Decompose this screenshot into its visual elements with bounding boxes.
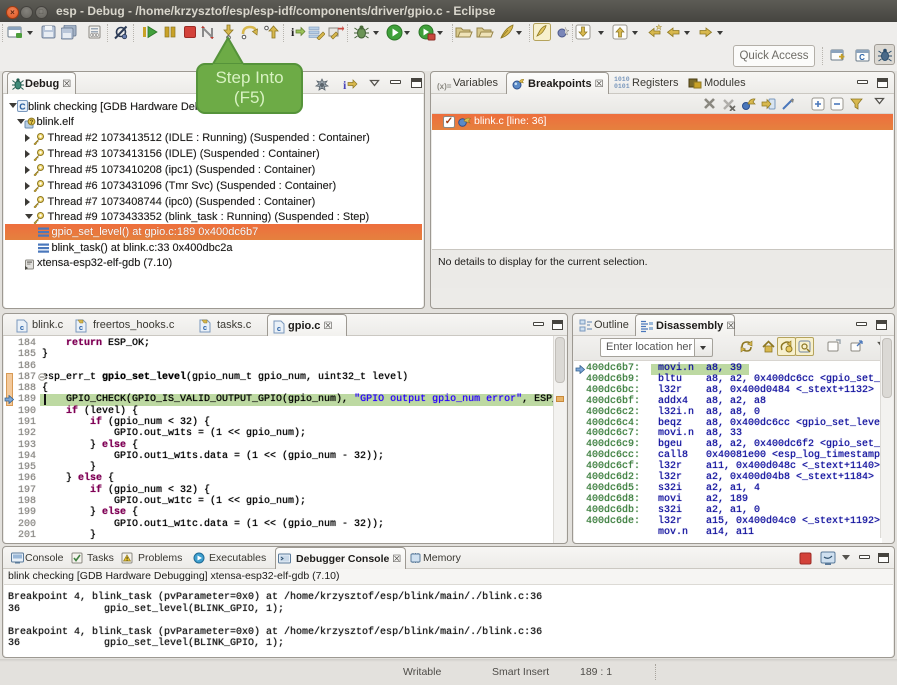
svg-text:c: c [79,323,83,332]
svg-text:i: i [343,78,347,92]
svg-text:c: c [277,324,281,333]
svg-text:000: 000 [90,33,99,39]
svg-text:?: ? [30,120,34,126]
svg-text:c: c [203,323,207,332]
svg-text:c: c [20,323,24,332]
svg-text:C: C [19,102,25,112]
svg-text:i: i [291,25,295,39]
svg-text:C: C [859,53,865,62]
